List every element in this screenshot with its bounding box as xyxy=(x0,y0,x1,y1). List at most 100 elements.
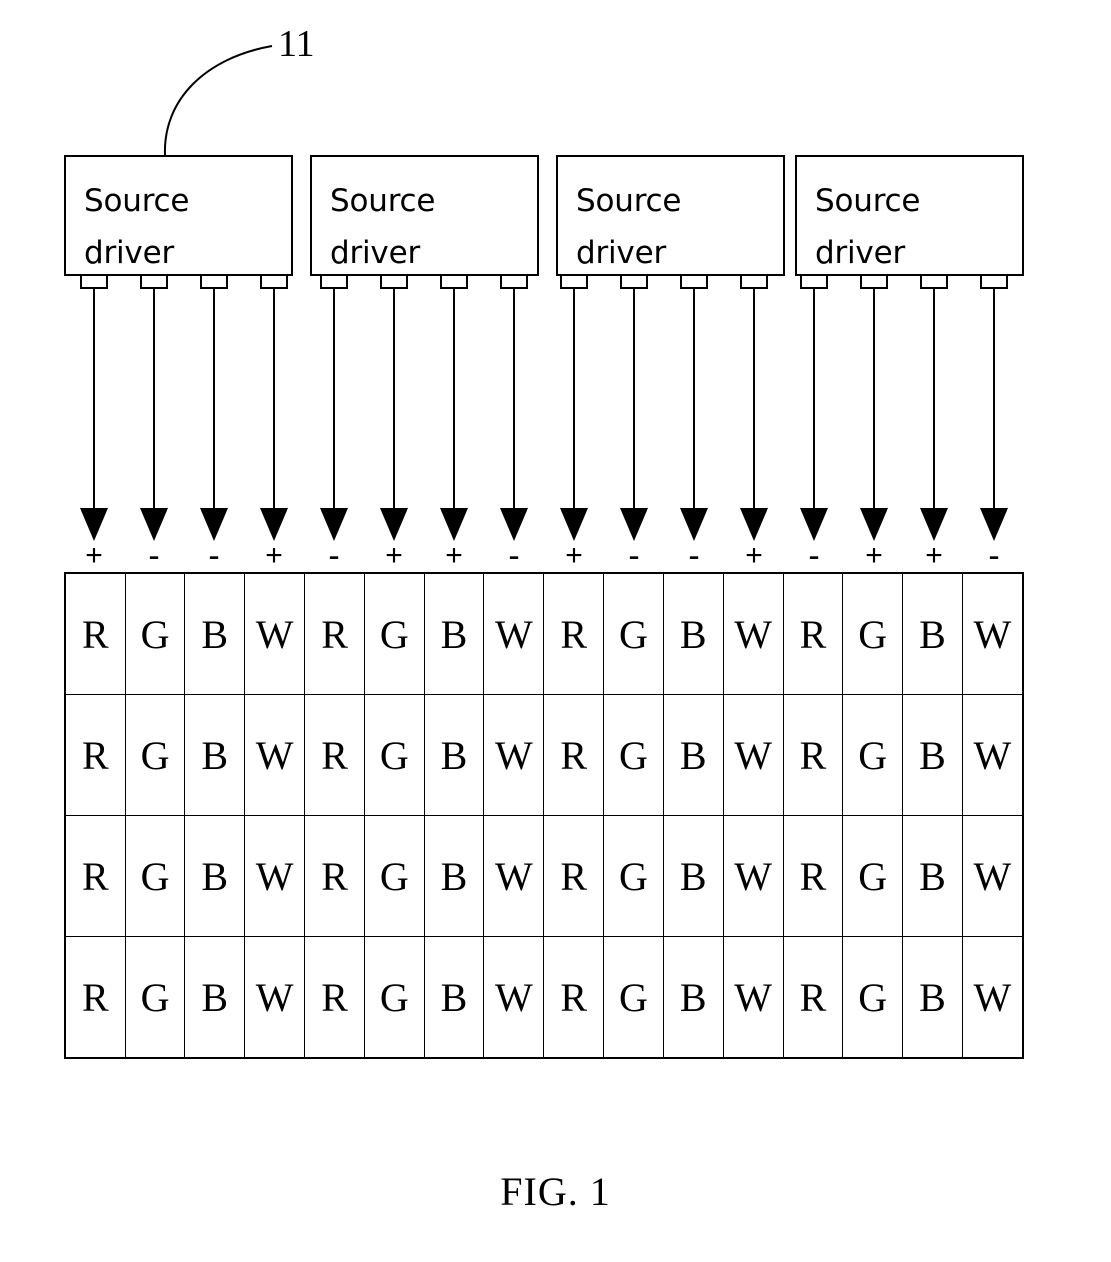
subpixel-cell-R: R xyxy=(543,815,605,937)
polarity-sign-col-7: + xyxy=(445,539,463,572)
subpixel-cell-R: R xyxy=(782,815,844,937)
polarity-sign-col-13: - xyxy=(808,537,820,575)
subpixel-cell-B: B xyxy=(662,936,724,1059)
reference-leader-line xyxy=(163,45,273,156)
driver-output-pad xyxy=(860,276,888,289)
subpixel-cell-W: W xyxy=(244,694,306,816)
driver-output-pad xyxy=(500,276,528,289)
subpixel-cell-G: G xyxy=(124,815,186,937)
source-driver-1: Source driver xyxy=(64,155,293,276)
subpixel-cell-W: W xyxy=(244,815,306,937)
driver-output-pad xyxy=(440,276,468,289)
subpixel-cell-B: B xyxy=(423,936,485,1059)
subpixel-cell-G: G xyxy=(363,694,425,816)
driver-output-pad xyxy=(680,276,708,289)
subpixel-cell-G: G xyxy=(124,694,186,816)
subpixel-cell-W: W xyxy=(961,694,1024,816)
patent-figure: Source driver Source driver Source driver S… xyxy=(0,0,1111,1262)
subpixel-cell-B: B xyxy=(662,572,724,695)
signal-arrowhead xyxy=(560,508,588,541)
subpixel-cell-G: G xyxy=(363,936,425,1059)
subpixel-cell-W: W xyxy=(483,572,545,695)
signal-arrowhead xyxy=(920,508,948,541)
signal-arrowhead xyxy=(440,508,468,541)
polarity-sign-col-14: + xyxy=(865,539,883,572)
subpixel-cell-G: G xyxy=(124,936,186,1059)
subpixel-cell-G: G xyxy=(603,694,664,816)
subpixel-cell-W: W xyxy=(722,815,784,937)
source-driver-3: Source driver xyxy=(556,155,785,276)
subpixel-cell-B: B xyxy=(902,694,963,816)
polarity-sign-col-5: - xyxy=(328,537,340,575)
pixel-row: RGBWRGBWRGBWRGBW xyxy=(64,694,1024,816)
subpixel-cell-G: G xyxy=(842,936,904,1059)
driver-output-pad xyxy=(800,276,828,289)
driver-output-pad xyxy=(260,276,288,289)
subpixel-cell-R: R xyxy=(543,936,605,1059)
subpixel-cell-W: W xyxy=(722,572,784,695)
subpixel-cell-W: W xyxy=(483,936,545,1059)
polarity-sign-col-15: + xyxy=(925,539,943,572)
subpixel-cell-R: R xyxy=(64,572,126,695)
subpixel-cell-G: G xyxy=(842,694,904,816)
subpixel-cell-B: B xyxy=(662,694,724,816)
driver-output-pad xyxy=(920,276,948,289)
polarity-sign-col-9: + xyxy=(565,539,583,572)
polarity-sign-col-11: - xyxy=(688,537,700,575)
subpixel-cell-R: R xyxy=(64,694,126,816)
polarity-sign-col-1: + xyxy=(85,539,103,572)
subpixel-cell-B: B xyxy=(662,815,724,937)
subpixel-cell-B: B xyxy=(184,572,246,695)
subpixel-cell-R: R xyxy=(304,936,365,1059)
driver-output-pad xyxy=(140,276,168,289)
subpixel-cell-W: W xyxy=(244,936,306,1059)
signal-arrowhead xyxy=(380,508,408,541)
driver-output-pad xyxy=(560,276,588,289)
subpixel-cell-R: R xyxy=(543,572,605,695)
subpixel-cell-R: R xyxy=(64,936,126,1059)
subpixel-cell-G: G xyxy=(842,815,904,937)
subpixel-cell-B: B xyxy=(902,936,963,1059)
subpixel-cell-W: W xyxy=(722,694,784,816)
signal-arrowhead xyxy=(260,508,288,541)
driver-output-pad xyxy=(980,276,1008,289)
driver-output-pad xyxy=(620,276,648,289)
subpixel-cell-B: B xyxy=(184,815,246,937)
signal-arrowhead xyxy=(740,508,768,541)
driver-output-pad xyxy=(380,276,408,289)
reference-numeral-11: 11 xyxy=(278,23,315,65)
subpixel-cell-W: W xyxy=(483,694,545,816)
subpixel-cell-R: R xyxy=(304,815,365,937)
source-driver-4: Source driver xyxy=(795,155,1024,276)
polarity-sign-col-2: - xyxy=(148,537,160,575)
subpixel-cell-R: R xyxy=(64,815,126,937)
subpixel-cell-W: W xyxy=(722,936,784,1059)
subpixel-cell-R: R xyxy=(782,572,844,695)
subpixel-cell-G: G xyxy=(603,815,664,937)
subpixel-cell-R: R xyxy=(782,694,844,816)
polarity-sign-col-4: + xyxy=(265,539,283,572)
subpixel-cell-G: G xyxy=(603,936,664,1059)
polarity-sign-col-10: - xyxy=(628,537,640,575)
subpixel-cell-R: R xyxy=(304,572,365,695)
polarity-sign-col-16: - xyxy=(988,537,1000,575)
driver-output-pad xyxy=(740,276,768,289)
pixel-row: RGBWRGBWRGBWRGBW xyxy=(64,815,1024,937)
subpixel-cell-G: G xyxy=(603,572,664,695)
driver-output-pad xyxy=(80,276,108,289)
signal-arrowhead xyxy=(80,508,108,541)
subpixel-cell-B: B xyxy=(184,936,246,1059)
signal-lines-group xyxy=(93,289,995,510)
subpixel-cell-R: R xyxy=(782,936,844,1059)
pixel-row: RGBWRGBWRGBWRGBW xyxy=(64,936,1024,1059)
pixel-row: RGBWRGBWRGBWRGBW xyxy=(64,572,1024,695)
polarity-sign-col-8: - xyxy=(508,537,520,575)
subpixel-cell-G: G xyxy=(363,572,425,695)
pixel-grid: RGBWRGBWRGBWRGBWRGBWRGBWRGBWRGBWRGBWRGBW… xyxy=(64,572,1024,1059)
subpixel-cell-B: B xyxy=(423,572,485,695)
subpixel-cell-G: G xyxy=(842,572,904,695)
polarity-sign-col-6: + xyxy=(385,539,403,572)
polarity-sign-col-12: + xyxy=(745,539,763,572)
subpixel-cell-B: B xyxy=(184,694,246,816)
subpixel-cell-W: W xyxy=(244,572,306,695)
